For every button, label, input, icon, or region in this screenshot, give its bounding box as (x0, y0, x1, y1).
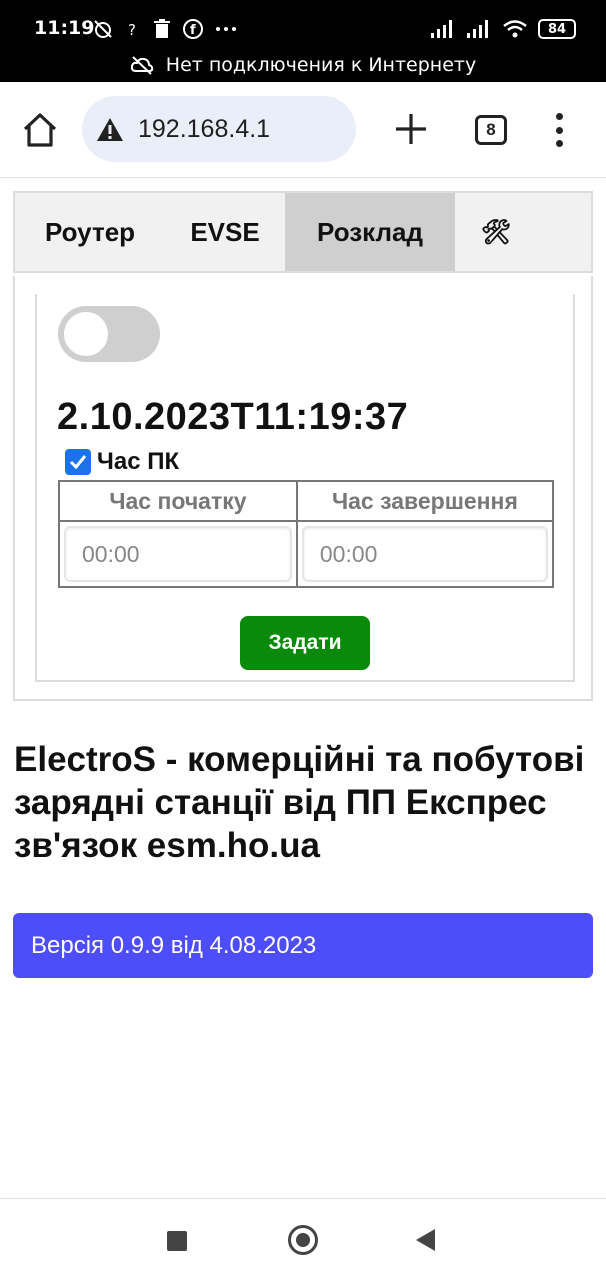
pc-time-checkbox[interactable] (65, 449, 91, 475)
current-datetime: 2.10.2023T11:19:37 (57, 396, 409, 438)
tab-router[interactable]: Роутер (15, 193, 165, 271)
trash-icon (154, 19, 170, 38)
notification-icons: ? f (92, 16, 238, 42)
pc-time-label: Час ПК (97, 448, 180, 475)
offline-text: Нет подключения к Интернету (165, 54, 477, 76)
start-time-cell (58, 520, 298, 588)
time-table: Час початку Час завершення (58, 480, 555, 588)
browser-toolbar: 192.168.4.1 8 (0, 82, 606, 178)
status-time: 11:19 (34, 17, 95, 39)
checkmark-icon (69, 455, 87, 470)
svg-text:?: ? (128, 21, 136, 39)
tab-count: 8 (486, 120, 496, 139)
toggle-knob (64, 312, 108, 356)
tab-tools[interactable]: 🛠 (455, 193, 537, 271)
schedule-toggle[interactable] (58, 306, 160, 362)
submit-button[interactable]: Задати (240, 616, 370, 670)
back-icon[interactable] (416, 1229, 435, 1251)
signal-icon (467, 20, 488, 38)
home-icon[interactable] (20, 110, 60, 150)
browser-menu-icon[interactable] (552, 110, 566, 150)
system-icons: 84 (430, 16, 576, 42)
svg-text:f: f (190, 23, 196, 38)
facebook-icon: f (183, 19, 203, 39)
recents-icon[interactable] (167, 1231, 187, 1251)
schedule-panel: 2.10.2023T11:19:37 Час ПК Час початку Ча… (13, 276, 593, 701)
signal-icon (431, 20, 452, 38)
battery-icon: 84 (538, 19, 576, 39)
cloud-off-icon (130, 56, 153, 75)
alarm-off-icon (94, 20, 112, 38)
tab-schedule[interactable]: Розклад (285, 193, 455, 271)
tab-bar: Роутер EVSE Розклад 🛠 (13, 191, 593, 273)
wifi-question-icon: ? (128, 21, 136, 39)
version-badge: Версія 0.9.9 від 4.08.2023 (13, 913, 593, 978)
new-tab-icon[interactable] (392, 110, 430, 148)
end-time-cell (295, 520, 555, 588)
version-text: Версія 0.9.9 від 4.08.2023 (31, 931, 317, 959)
end-time-header: Час завершення (295, 480, 555, 522)
start-time-input[interactable] (64, 526, 292, 582)
url-text: 192.168.4.1 (138, 114, 271, 143)
status-bar: 11:19 ? f 84 Нет подключения к Интернету (0, 0, 606, 82)
tab-evse[interactable]: EVSE (165, 193, 285, 271)
home-nav-icon[interactable] (288, 1225, 318, 1255)
battery-level: 84 (547, 21, 567, 37)
more-icon (216, 27, 236, 31)
warning-icon[interactable] (96, 117, 124, 142)
address-bar[interactable]: 192.168.4.1 (82, 96, 356, 162)
system-nav-bar (0, 1198, 606, 1280)
wifi-icon (503, 20, 527, 38)
offline-banner: Нет подключения к Интернету (0, 52, 606, 78)
schedule-form: 2.10.2023T11:19:37 Час ПК Час початку Ча… (35, 294, 575, 682)
tab-switcher-button[interactable]: 8 (475, 115, 507, 145)
start-time-header: Час початку (58, 480, 298, 522)
pc-time-option[interactable]: Час ПК (65, 448, 179, 476)
tools-icon: 🛠 (480, 218, 512, 246)
page-heading: ElectroS - комерційні та побутові зарядн… (14, 740, 585, 865)
end-time-input[interactable] (301, 526, 548, 582)
